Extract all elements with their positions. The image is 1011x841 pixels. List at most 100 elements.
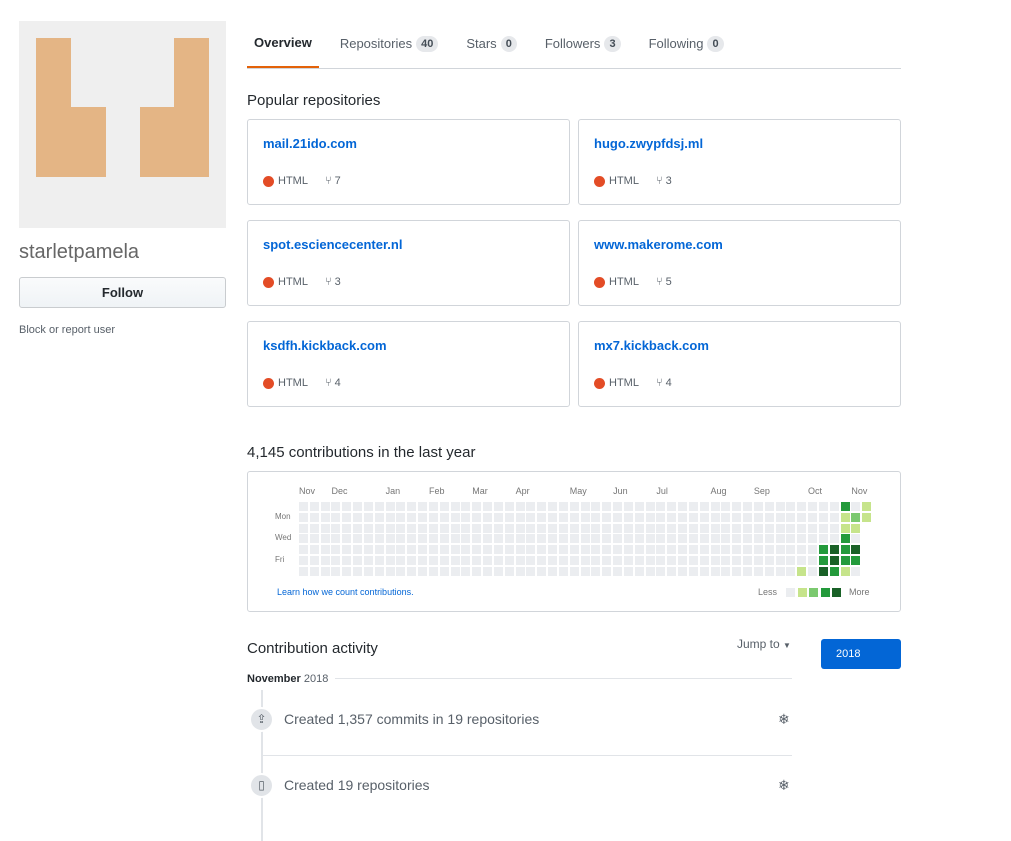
contribution-day[interactable] (472, 545, 482, 555)
repo-link[interactable]: www.makerome.com (594, 237, 723, 252)
contribution-day[interactable] (537, 566, 547, 576)
contribution-day[interactable] (418, 545, 428, 555)
contribution-day[interactable] (537, 556, 547, 566)
contribution-day[interactable] (374, 534, 384, 544)
contribution-day[interactable] (764, 512, 774, 522)
contribution-day[interactable] (851, 534, 861, 544)
tab-stars[interactable]: Stars 0 (466, 20, 530, 68)
contribution-day[interactable] (569, 502, 579, 511)
contribution-day[interactable] (808, 545, 817, 555)
contribution-day[interactable] (840, 502, 850, 511)
contribution-day[interactable] (613, 566, 623, 576)
contribution-day[interactable] (678, 566, 688, 576)
contribution-day[interactable] (515, 502, 525, 511)
fork-count[interactable]: 4 (335, 377, 341, 389)
contribution-day[interactable] (537, 534, 547, 544)
contribution-day[interactable] (743, 545, 753, 555)
contribution-day[interactable] (786, 534, 796, 544)
tab-repositories[interactable]: Repositories 40 (340, 20, 453, 68)
repo-link[interactable]: mail.21ido.com (263, 136, 357, 151)
contribution-day[interactable] (580, 534, 590, 544)
contribution-day[interactable] (450, 545, 460, 555)
contribution-day[interactable] (569, 512, 579, 522)
contribution-day[interactable] (374, 502, 384, 511)
contribution-day[interactable] (710, 566, 720, 576)
contribution-day[interactable] (537, 512, 547, 522)
block-report-link[interactable]: Block or report user (19, 324, 115, 336)
contribution-day[interactable] (320, 523, 330, 533)
contribution-day[interactable] (623, 534, 633, 544)
contribution-day[interactable] (483, 545, 493, 555)
contribution-day[interactable] (537, 523, 547, 533)
contribution-day[interactable] (829, 512, 839, 522)
contribution-day[interactable] (548, 534, 558, 544)
contribution-day[interactable] (710, 512, 720, 522)
contribution-day[interactable] (299, 566, 308, 576)
contribution-day[interactable] (320, 556, 330, 566)
contribution-day[interactable] (493, 566, 503, 576)
contribution-day[interactable] (667, 512, 677, 522)
contribution-day[interactable] (710, 545, 720, 555)
contribution-day[interactable] (407, 512, 417, 522)
contribution-day[interactable] (342, 545, 352, 555)
contribution-day[interactable] (342, 502, 352, 511)
contribution-day[interactable] (320, 545, 330, 555)
contribution-day[interactable] (450, 512, 460, 522)
contribution-day[interactable] (407, 566, 417, 576)
contribution-day[interactable] (569, 566, 579, 576)
contribution-day[interactable] (591, 566, 601, 576)
contribution-day[interactable] (656, 556, 666, 566)
contribution-day[interactable] (808, 566, 817, 576)
contribution-day[interactable] (526, 545, 536, 555)
contribution-day[interactable] (363, 545, 373, 555)
contribution-day[interactable] (439, 566, 449, 576)
contribution-day[interactable] (732, 512, 742, 522)
contribution-day[interactable] (797, 556, 807, 566)
contribution-day[interactable] (331, 545, 341, 555)
contribution-day[interactable] (613, 534, 623, 544)
contribution-day[interactable] (385, 566, 395, 576)
contribution-day[interactable] (667, 556, 677, 566)
contribution-day[interactable] (472, 556, 482, 566)
contribution-day[interactable] (299, 502, 308, 511)
contribution-day[interactable] (493, 502, 503, 511)
contribution-day[interactable] (753, 523, 763, 533)
contribution-day[interactable] (461, 534, 471, 544)
contribution-day[interactable] (591, 512, 601, 522)
contribution-day[interactable] (634, 502, 644, 511)
contribution-day[interactable] (699, 545, 709, 555)
fork-count[interactable]: 7 (335, 175, 341, 187)
contribution-day[interactable] (515, 556, 525, 566)
contribution-day[interactable] (743, 523, 753, 533)
contribution-day[interactable] (786, 523, 796, 533)
contribution-day[interactable] (710, 534, 720, 544)
contribution-day[interactable] (764, 545, 774, 555)
contribution-day[interactable] (851, 502, 861, 511)
contribution-day[interactable] (353, 534, 363, 544)
follow-button[interactable]: Follow (19, 277, 226, 308)
contribution-day[interactable] (732, 545, 742, 555)
contribution-day[interactable] (483, 512, 493, 522)
contribution-day[interactable] (396, 566, 406, 576)
contribution-day[interactable] (472, 534, 482, 544)
contribution-day[interactable] (613, 502, 623, 511)
contribution-day[interactable] (374, 566, 384, 576)
contribution-day[interactable] (580, 545, 590, 555)
contribution-day[interactable] (461, 545, 471, 555)
contribution-day[interactable] (818, 523, 828, 533)
contribution-day[interactable] (753, 556, 763, 566)
contribution-day[interactable] (396, 502, 406, 511)
contribution-day[interactable] (634, 566, 644, 576)
contribution-day[interactable] (342, 523, 352, 533)
contribution-day[interactable] (829, 534, 839, 544)
contribution-day[interactable] (753, 502, 763, 511)
contribution-day[interactable] (374, 556, 384, 566)
repo-link[interactable]: ksdfh.kickback.com (263, 338, 387, 353)
activity-item[interactable]: Created 19 repositories (284, 777, 430, 793)
contribution-day[interactable] (472, 502, 482, 511)
contribution-day[interactable] (493, 556, 503, 566)
contribution-day[interactable] (656, 502, 666, 511)
contribution-day[interactable] (732, 523, 742, 533)
contribution-day[interactable] (732, 556, 742, 566)
contribution-day[interactable] (374, 545, 384, 555)
